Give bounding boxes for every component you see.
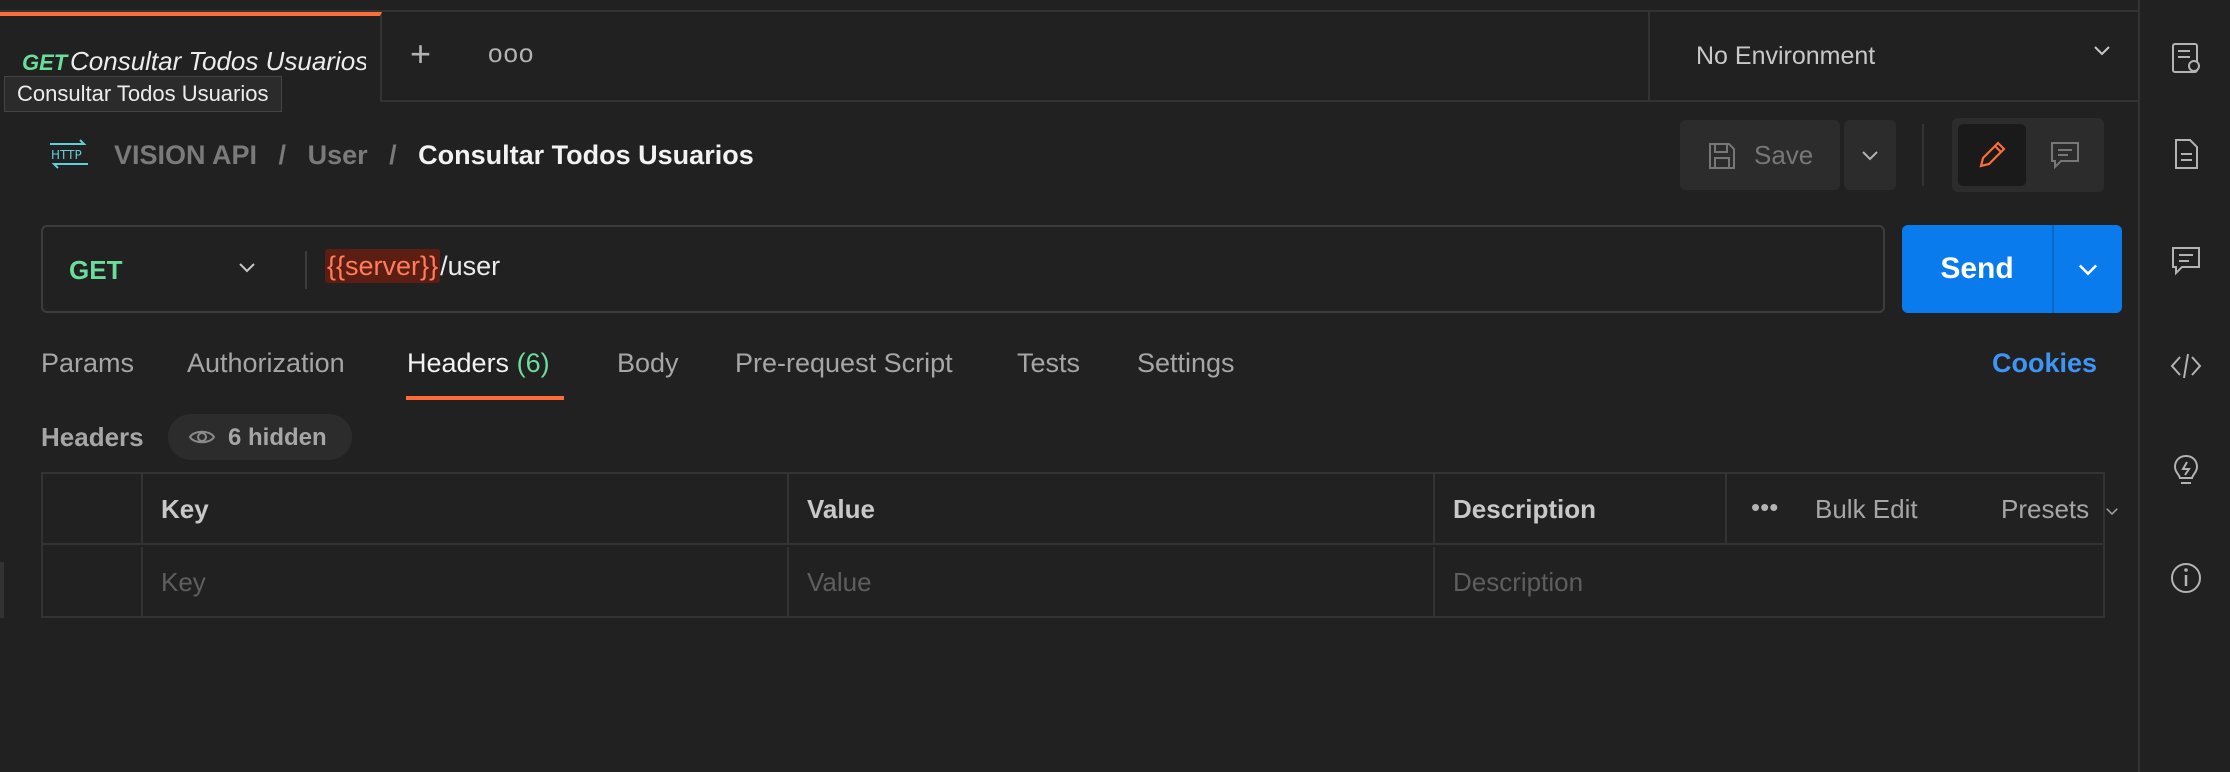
headers-section-title: Headers [41, 422, 144, 452]
pencil-icon [1979, 141, 2006, 168]
value-input[interactable]: Value [789, 547, 1435, 618]
method-selector[interactable]: GET [43, 227, 303, 311]
chevron-down-icon [239, 263, 255, 273]
http-request-icon: HTTP [50, 139, 88, 169]
column-header-value-label: Value [807, 494, 875, 524]
tab-body[interactable]: Body [617, 348, 679, 379]
environment-selected-label: No Environment [1696, 42, 1876, 70]
table-checkbox-column-header [43, 474, 143, 545]
description-input[interactable]: Description [1435, 547, 2103, 618]
url-path: /user [440, 251, 501, 281]
http-icon-text: HTTP [51, 148, 82, 162]
hidden-headers-toggle[interactable]: 6 hidden [168, 414, 352, 460]
key-placeholder: Key [161, 567, 206, 597]
tab-headers-label: Headers [407, 348, 510, 378]
save-label: Save [1754, 140, 1814, 170]
bulk-edit-button[interactable]: Bulk Edit [1815, 494, 1918, 525]
edit-mode-button[interactable] [1958, 124, 2026, 186]
breadcrumb-collection[interactable]: VISION API [114, 140, 257, 170]
save-disk-icon [1709, 143, 1735, 169]
tab-settings[interactable]: Settings [1137, 348, 1235, 379]
tab-params[interactable]: Params [41, 348, 134, 379]
headers-table: Key Value Description ••• Bulk Edit Pres… [41, 472, 2118, 618]
url-input[interactable]: {{server}}/user [325, 249, 501, 283]
lightbulb-icon[interactable] [2168, 452, 2204, 488]
method-label: GET [69, 255, 123, 285]
code-icon[interactable] [2168, 348, 2204, 384]
save-button[interactable]: Save [1680, 120, 1840, 190]
tab-tests[interactable]: Tests [1017, 348, 1080, 379]
breadcrumb-folder[interactable]: User [308, 140, 368, 170]
chevron-down-icon [1862, 151, 1878, 161]
environment-selector[interactable]: No Environment [1648, 12, 2138, 102]
chevron-down-icon [2094, 46, 2110, 56]
breadcrumb-request-name[interactable]: Consultar Todos Usuarios [418, 140, 754, 170]
tab-more-options-icon[interactable]: ooo [488, 38, 534, 69]
key-input[interactable]: Key [143, 547, 789, 618]
toolbar-divider [1922, 124, 1924, 186]
comment-icon [2051, 142, 2079, 170]
column-header-key-label: Key [161, 494, 209, 524]
send-split-divider [2052, 225, 2054, 313]
chevron-down-icon [2106, 508, 2118, 516]
hidden-headers-label: 6 hidden [228, 424, 327, 451]
left-panel-resize-handle[interactable] [0, 562, 4, 618]
documentation-icon[interactable] [2168, 136, 2204, 172]
active-tab-indicator [406, 396, 564, 400]
view-mode-toggle [1952, 118, 2104, 192]
description-placeholder: Description [1453, 567, 1584, 597]
info-icon[interactable] [2168, 560, 2204, 596]
eye-icon [188, 430, 216, 444]
tab-headers-count: (6) [516, 348, 550, 378]
send-button[interactable]: Send [1902, 252, 2052, 286]
tab-title: Consultar Todos Usuarios [70, 46, 366, 76]
tab-pre-request-script[interactable]: Pre-request Script [735, 348, 953, 379]
tab-headers[interactable]: Headers (6) [407, 348, 550, 379]
comments-icon[interactable] [2168, 242, 2204, 278]
cookies-link[interactable]: Cookies [1992, 348, 2097, 379]
value-placeholder: Value [807, 567, 872, 597]
table-header-row: Key Value Description ••• Bulk Edit Pres… [43, 474, 2118, 545]
table-more-options-icon[interactable]: ••• [1751, 492, 1778, 523]
column-header-description: Description [1435, 474, 1727, 545]
send-button-group: Send [1902, 225, 2122, 313]
tab-method-label: GET [22, 50, 68, 75]
breadcrumb-separator: / [278, 140, 287, 170]
breadcrumb: VISION API / User / Consultar Todos Usua… [114, 140, 754, 171]
presets-dropdown[interactable]: Presets [2001, 494, 2089, 525]
column-header-key: Key [143, 474, 789, 545]
comment-mode-button[interactable] [2032, 124, 2098, 186]
new-tab-plus-icon[interactable]: + [410, 36, 431, 72]
environment-quicklook-icon[interactable] [2168, 40, 2204, 76]
tab-authorization[interactable]: Authorization [187, 348, 345, 379]
table-row-checkbox-cell [43, 547, 143, 618]
column-header-value: Value [789, 474, 1435, 545]
url-divider [305, 251, 307, 289]
breadcrumb-separator: / [389, 140, 397, 170]
tab-tooltip: Consultar Todos Usuarios [4, 76, 282, 112]
request-tab-bar: GET Consultar Todos Usuarios + ooo No En… [0, 12, 2138, 102]
right-sidebar [2138, 0, 2230, 772]
table-row: Key Value Description [43, 547, 2103, 618]
url-variable-chip[interactable]: {{server}} [325, 249, 441, 283]
column-header-description-label: Description [1453, 494, 1597, 524]
url-bar: GET {{server}}/user [41, 225, 1885, 313]
send-options-chevron-down-icon[interactable] [2074, 255, 2102, 283]
save-options-button[interactable] [1844, 120, 1896, 190]
window-top-bar [0, 0, 2230, 12]
